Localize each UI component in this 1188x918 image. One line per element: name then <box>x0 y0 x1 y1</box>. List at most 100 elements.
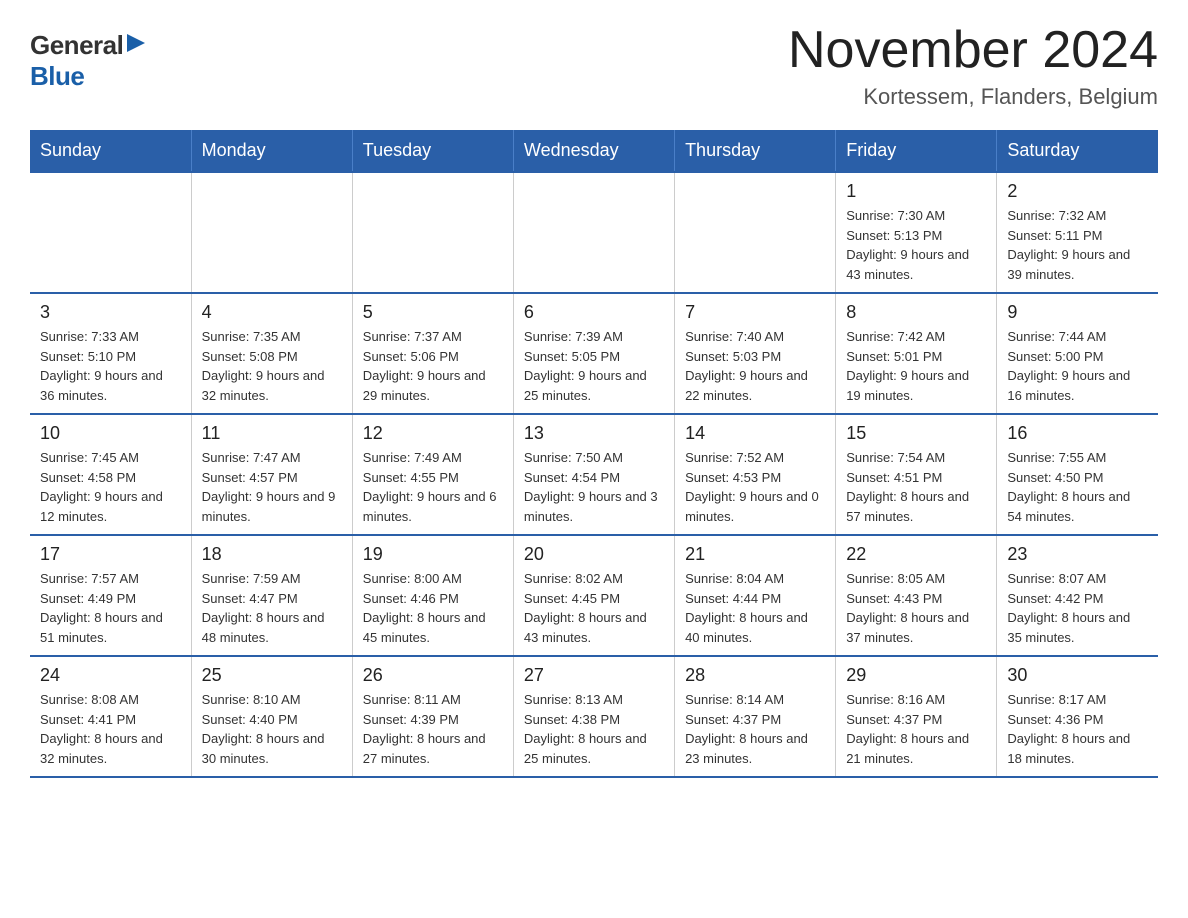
calendar-cell: 19 Sunrise: 8:00 AM Sunset: 4:46 PM Dayli… <box>352 535 513 656</box>
calendar-cell: 23Sunrise: 8:07 AM Sunset: 4:42 PM Dayli… <box>997 535 1158 656</box>
header-saturday: Saturday <box>997 130 1158 172</box>
day-info: Sunrise: 8:13 AM Sunset: 4:38 PM Dayligh… <box>524 690 664 768</box>
calendar-cell <box>191 172 352 293</box>
day-number: 4 <box>202 302 342 323</box>
calendar-cell: 15Sunrise: 7:54 AM Sunset: 4:51 PM Dayli… <box>836 414 997 535</box>
calendar-cell: 22 Sunrise: 8:05 AM Sunset: 4:43 PM Dayli… <box>836 535 997 656</box>
day-number: 18 <box>202 544 342 565</box>
calendar-cell: 8 Sunrise: 7:42 AM Sunset: 5:01 PM Daylig… <box>836 293 997 414</box>
day-info: Sunrise: 7:55 AM Sunset: 4:50 PM Dayligh… <box>1007 448 1148 526</box>
calendar-cell: 12 Sunrise: 7:49 AM Sunset: 4:55 PM Dayli… <box>352 414 513 535</box>
calendar-cell: 3 Sunrise: 7:33 AM Sunset: 5:10 PM Daylig… <box>30 293 191 414</box>
day-info: Sunrise: 7:39 AM Sunset: 5:05 PM Dayligh… <box>524 327 664 405</box>
calendar-cell: 4 Sunrise: 7:35 AM Sunset: 5:08 PM Daylig… <box>191 293 352 414</box>
calendar-week-row: 3 Sunrise: 7:33 AM Sunset: 5:10 PM Daylig… <box>30 293 1158 414</box>
day-info: Sunrise: 7:33 AM Sunset: 5:10 PM Dayligh… <box>40 327 181 405</box>
calendar-cell: 25 Sunrise: 8:10 AM Sunset: 4:40 PM Dayli… <box>191 656 352 777</box>
day-info: Sunrise: 7:44 AM Sunset: 5:00 PM Dayligh… <box>1007 327 1148 405</box>
day-info: Sunrise: 7:45 AM Sunset: 4:58 PM Dayligh… <box>40 448 181 526</box>
day-info: Sunrise: 8:02 AM Sunset: 4:45 PM Dayligh… <box>524 569 664 647</box>
day-number: 17 <box>40 544 181 565</box>
location-subtitle: Kortessem, Flanders, Belgium <box>788 84 1158 110</box>
day-number: 10 <box>40 423 181 444</box>
header-sunday: Sunday <box>30 130 191 172</box>
calendar-cell: 13Sunrise: 7:50 AM Sunset: 4:54 PM Dayli… <box>513 414 674 535</box>
day-number: 7 <box>685 302 825 323</box>
calendar-cell: 21 Sunrise: 8:04 AM Sunset: 4:44 PM Dayli… <box>675 535 836 656</box>
day-number: 21 <box>685 544 825 565</box>
calendar-cell: 6 Sunrise: 7:39 AM Sunset: 5:05 PM Daylig… <box>513 293 674 414</box>
day-info: Sunrise: 7:52 AM Sunset: 4:53 PM Dayligh… <box>685 448 825 526</box>
calendar-cell: 16 Sunrise: 7:55 AM Sunset: 4:50 PM Dayli… <box>997 414 1158 535</box>
day-number: 12 <box>363 423 503 444</box>
day-number: 13 <box>524 423 664 444</box>
day-info: Sunrise: 7:47 AM Sunset: 4:57 PM Dayligh… <box>202 448 342 526</box>
day-info: Sunrise: 7:49 AM Sunset: 4:55 PM Dayligh… <box>363 448 503 526</box>
day-info: Sunrise: 7:59 AM Sunset: 4:47 PM Dayligh… <box>202 569 342 647</box>
day-number: 2 <box>1007 181 1148 202</box>
day-info: Sunrise: 7:37 AM Sunset: 5:06 PM Dayligh… <box>363 327 503 405</box>
day-number: 14 <box>685 423 825 444</box>
day-info: Sunrise: 8:00 AM Sunset: 4:46 PM Dayligh… <box>363 569 503 647</box>
day-number: 19 <box>363 544 503 565</box>
calendar-header-row: SundayMondayTuesdayWednesdayThursdayFrid… <box>30 130 1158 172</box>
day-number: 26 <box>363 665 503 686</box>
logo-general-text: General <box>30 30 123 61</box>
day-info: Sunrise: 7:35 AM Sunset: 5:08 PM Dayligh… <box>202 327 342 405</box>
calendar-cell: 28 Sunrise: 8:14 AM Sunset: 4:37 PM Dayli… <box>675 656 836 777</box>
calendar-cell <box>352 172 513 293</box>
day-number: 20 <box>524 544 664 565</box>
day-info: Sunrise: 8:05 AM Sunset: 4:43 PM Dayligh… <box>846 569 986 647</box>
day-info: Sunrise: 7:30 AM Sunset: 5:13 PM Dayligh… <box>846 206 986 284</box>
calendar-cell: 20 Sunrise: 8:02 AM Sunset: 4:45 PM Dayli… <box>513 535 674 656</box>
header-monday: Monday <box>191 130 352 172</box>
calendar-week-row: 10 Sunrise: 7:45 AM Sunset: 4:58 PM Dayli… <box>30 414 1158 535</box>
month-title: November 2024 <box>788 20 1158 80</box>
day-info: Sunrise: 8:11 AM Sunset: 4:39 PM Dayligh… <box>363 690 503 768</box>
day-info: Sunrise: 7:32 AM Sunset: 5:11 PM Dayligh… <box>1007 206 1148 284</box>
day-info: Sunrise: 8:10 AM Sunset: 4:40 PM Dayligh… <box>202 690 342 768</box>
calendar-cell: 9 Sunrise: 7:44 AM Sunset: 5:00 PM Daylig… <box>997 293 1158 414</box>
header-wednesday: Wednesday <box>513 130 674 172</box>
calendar-week-row: 24 Sunrise: 8:08 AM Sunset: 4:41 PM Dayli… <box>30 656 1158 777</box>
calendar-cell: 2 Sunrise: 7:32 AM Sunset: 5:11 PM Daylig… <box>997 172 1158 293</box>
day-info: Sunrise: 8:14 AM Sunset: 4:37 PM Dayligh… <box>685 690 825 768</box>
day-info: Sunrise: 8:07 AM Sunset: 4:42 PM Dayligh… <box>1007 569 1148 647</box>
calendar-cell: 29 Sunrise: 8:16 AM Sunset: 4:37 PM Dayli… <box>836 656 997 777</box>
day-number: 5 <box>363 302 503 323</box>
day-number: 28 <box>685 665 825 686</box>
calendar-cell: 7Sunrise: 7:40 AM Sunset: 5:03 PM Daylig… <box>675 293 836 414</box>
calendar-cell: 24 Sunrise: 8:08 AM Sunset: 4:41 PM Dayli… <box>30 656 191 777</box>
header: General Blue November 2024 Kortessem, Fl… <box>30 20 1158 110</box>
day-number: 3 <box>40 302 181 323</box>
calendar-cell <box>675 172 836 293</box>
day-number: 11 <box>202 423 342 444</box>
calendar-cell: 5 Sunrise: 7:37 AM Sunset: 5:06 PM Daylig… <box>352 293 513 414</box>
logo: General Blue <box>30 30 147 92</box>
day-info: Sunrise: 8:17 AM Sunset: 4:36 PM Dayligh… <box>1007 690 1148 768</box>
calendar-cell: 17Sunrise: 7:57 AM Sunset: 4:49 PM Dayli… <box>30 535 191 656</box>
day-info: Sunrise: 8:16 AM Sunset: 4:37 PM Dayligh… <box>846 690 986 768</box>
day-info: Sunrise: 8:04 AM Sunset: 4:44 PM Dayligh… <box>685 569 825 647</box>
day-number: 9 <box>1007 302 1148 323</box>
title-area: November 2024 Kortessem, Flanders, Belgi… <box>788 20 1158 110</box>
calendar-cell: 11 Sunrise: 7:47 AM Sunset: 4:57 PM Dayli… <box>191 414 352 535</box>
day-number: 1 <box>846 181 986 202</box>
header-tuesday: Tuesday <box>352 130 513 172</box>
day-number: 29 <box>846 665 986 686</box>
day-number: 22 <box>846 544 986 565</box>
calendar-cell <box>513 172 674 293</box>
calendar-cell: 10 Sunrise: 7:45 AM Sunset: 4:58 PM Dayli… <box>30 414 191 535</box>
calendar-cell: 18 Sunrise: 7:59 AM Sunset: 4:47 PM Dayli… <box>191 535 352 656</box>
day-info: Sunrise: 7:42 AM Sunset: 5:01 PM Dayligh… <box>846 327 986 405</box>
header-thursday: Thursday <box>675 130 836 172</box>
calendar-week-row: 1 Sunrise: 7:30 AM Sunset: 5:13 PM Daylig… <box>30 172 1158 293</box>
day-number: 16 <box>1007 423 1148 444</box>
day-number: 6 <box>524 302 664 323</box>
day-number: 8 <box>846 302 986 323</box>
logo-flag-icon <box>125 32 147 54</box>
day-info: Sunrise: 7:54 AM Sunset: 4:51 PM Dayligh… <box>846 448 986 526</box>
day-number: 24 <box>40 665 181 686</box>
day-info: Sunrise: 8:08 AM Sunset: 4:41 PM Dayligh… <box>40 690 181 768</box>
day-number: 25 <box>202 665 342 686</box>
